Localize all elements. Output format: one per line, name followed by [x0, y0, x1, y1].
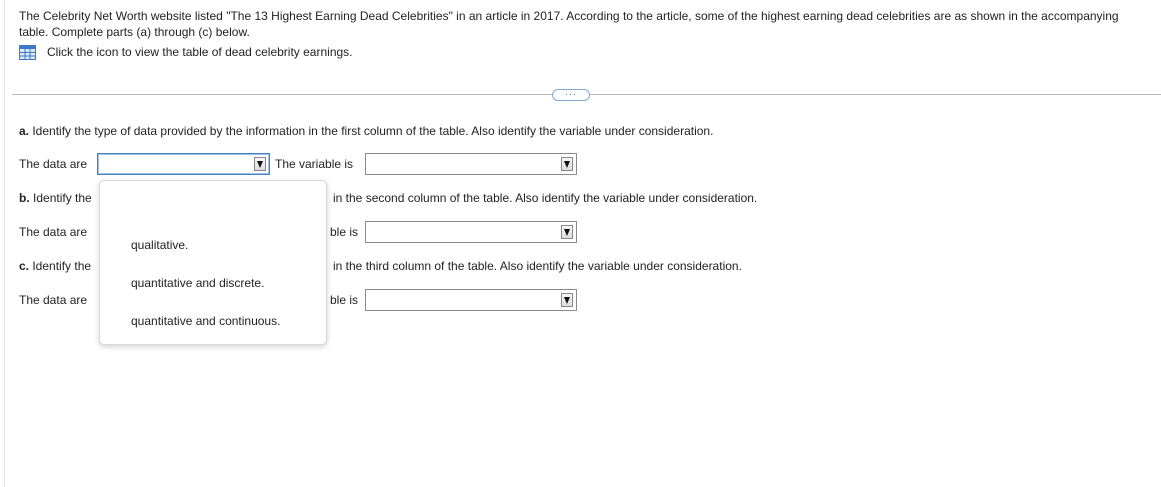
part-b-question-end: in the second column of the table. Also …: [333, 191, 758, 205]
view-table-text[interactable]: Click the icon to view the table of dead…: [47, 45, 353, 59]
view-table-link[interactable]: Click the icon to view the table of dead…: [19, 44, 353, 60]
problem-intro: The Celebrity Net Worth website listed "…: [19, 9, 1119, 39]
part-a-data-type-select[interactable]: [97, 153, 270, 175]
option-quantitative-continuous[interactable]: quantitative and continuous.: [131, 313, 280, 329]
part-a-question: a. Identify the type of data provided by…: [19, 123, 713, 139]
page-left-border: [4, 0, 5, 487]
part-c-variable-select[interactable]: [365, 289, 577, 311]
option-qualitative[interactable]: qualitative.: [131, 237, 188, 253]
part-a-data-are-label: The data are: [19, 157, 88, 171]
part-a-variable-label: The variable is: [275, 157, 354, 171]
part-a-label: a.: [19, 124, 30, 138]
part-a-question-text: Identify the type of data provided by th…: [29, 124, 714, 138]
part-b-data-are-label: The data are: [19, 225, 88, 239]
expand-more-button[interactable]: ···: [552, 89, 590, 101]
data-type-dropdown-menu: qualitative. quantitative and discrete. …: [99, 180, 327, 345]
chevron-down-icon[interactable]: [254, 157, 266, 171]
part-b-question-start-text: Identify the: [29, 191, 92, 205]
part-c-question-end: in the third column of the table. Also i…: [333, 259, 742, 273]
part-b-question-start: b. Identify the: [19, 190, 92, 206]
part-b-variable-label: ble is: [330, 225, 359, 239]
chevron-down-icon[interactable]: [561, 157, 573, 171]
part-a-variable-select[interactable]: [365, 153, 577, 175]
part-c-variable-label: ble is: [330, 293, 359, 307]
chevron-down-icon[interactable]: [561, 293, 573, 307]
part-c-label: c.: [19, 259, 30, 273]
option-quantitative-discrete[interactable]: quantitative and discrete.: [131, 275, 264, 291]
table-grid-icon[interactable]: [19, 44, 36, 60]
part-c-data-are-label: The data are: [19, 293, 88, 307]
part-c-question-start: c. Identify the: [19, 258, 91, 274]
part-b-label: b.: [19, 191, 30, 205]
part-c-question-start-text: Identify the: [29, 259, 92, 273]
part-b-variable-select[interactable]: [365, 221, 577, 243]
chevron-down-icon[interactable]: [561, 225, 573, 239]
